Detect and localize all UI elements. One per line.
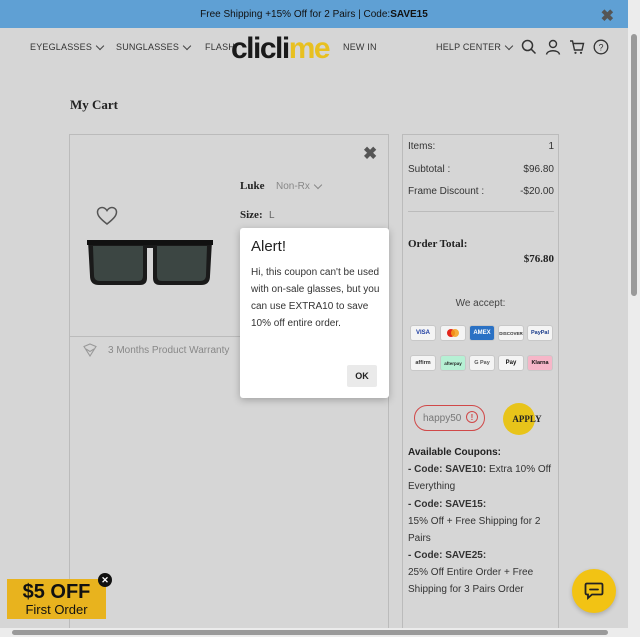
chevron-down-icon [182, 41, 192, 50]
affirm-icon: affirm [410, 355, 436, 371]
promo-bar: Free Shipping +15% Off for 2 Pairs | Cod… [0, 0, 628, 28]
coupon-code: - Code: SAVE10: [408, 464, 487, 475]
divider [408, 211, 554, 212]
coupon-item: - Code: SAVE15: 15% Off + Free Shipping f… [408, 496, 558, 547]
mastercard-logo [447, 329, 459, 337]
warranty-text: 3 Months Product Warranty [108, 344, 230, 356]
coupon-item: - Code: SAVE10: Extra 10% Off Everything [408, 461, 558, 495]
nav-help-center-label: HELP CENTER [436, 42, 502, 52]
items-row: Items: 1 [408, 141, 554, 152]
chevron-down-icon [504, 41, 514, 50]
warranty-info: 3 Months Product Warranty [82, 343, 229, 357]
size-value: L [269, 210, 275, 221]
logo-text-accent: me [288, 32, 331, 65]
chat-button[interactable] [572, 569, 616, 613]
available-coupons-title: Available Coupons: [408, 447, 501, 458]
rx-selector[interactable]: Non-Rx [276, 180, 323, 192]
nav-new-in[interactable]: NEW IN [343, 42, 377, 52]
promo-close-icon[interactable]: ✖ [601, 6, 614, 26]
remove-item-icon[interactable]: ✖ [363, 144, 377, 164]
alert-ok-button[interactable]: OK [347, 365, 377, 387]
top-nav: EYEGLASSES SUNGLASSES FLASH NEW IN clicl… [0, 28, 628, 68]
items-label: Items: [408, 141, 436, 152]
search-icon[interactable] [521, 39, 537, 55]
discount-label: Frame Discount : [408, 186, 485, 197]
alert-dialog: Alert! Hi, this coupon can't be used wit… [240, 228, 389, 398]
amex-icon: AMEX [469, 325, 495, 341]
coupon-code: - Code: SAVE25: [408, 550, 487, 561]
svg-text:?: ? [598, 42, 603, 52]
afterpay-icon: afterpay [440, 355, 466, 371]
size-label: Size: [240, 209, 263, 221]
coupon-desc: 25% Off Entire Order + Free Shipping for… [408, 567, 534, 595]
order-total-label: Order Total: [408, 238, 468, 250]
first-order-label: First Order [25, 602, 88, 617]
product-name[interactable]: Luke [240, 180, 264, 192]
subtotal-value: $96.80 [523, 164, 554, 175]
site-logo[interactable]: cliclime [231, 32, 331, 66]
sunglasses-product-image[interactable] [87, 236, 213, 288]
rx-value: Non-Rx [276, 181, 310, 192]
alert-message: Hi, this coupon can't be used with on-sa… [251, 267, 380, 329]
vertical-scrollbar-thumb[interactable] [631, 34, 637, 296]
coupon-input-value: happy50 [423, 412, 462, 424]
items-value: 1 [548, 141, 554, 152]
nav-eyeglasses-label: EYEGLASSES [30, 42, 93, 52]
alert-title: Alert! [251, 238, 287, 255]
cart-icon[interactable] [569, 39, 585, 55]
apple-pay-icon: Pay [498, 355, 524, 371]
discount-row: Frame Discount : -$20.00 [408, 186, 554, 197]
coupon-item: - Code: SAVE25: 25% Off Entire Order + Fr… [408, 547, 558, 598]
nav-help-center[interactable]: HELP CENTER [436, 41, 514, 52]
horizontal-scrollbar-thumb[interactable] [12, 630, 608, 635]
apply-coupon-button[interactable]: APPLY [503, 403, 542, 435]
help-icon[interactable]: ? [593, 39, 609, 55]
promo-code: SAVE15 [390, 8, 428, 20]
close-icon[interactable]: ✕ [98, 573, 112, 587]
subtotal-label: Subtotal : [408, 164, 451, 175]
mastercard-icon [440, 325, 466, 341]
paypal-icon: PayPal [527, 325, 553, 341]
apply-coupon-label: APPLY [512, 414, 542, 424]
logo-text: clicli [231, 32, 290, 65]
coupon-desc: 15% Off + Free Shipping for 2 Pairs [408, 516, 541, 544]
chevron-down-icon [313, 180, 323, 190]
google-pay-icon: G Pay [469, 355, 495, 371]
first-order-promo[interactable]: $5 OFF First Order [7, 579, 106, 619]
page-title: My Cart [70, 97, 119, 112]
nav-new-in-label: NEW IN [343, 42, 377, 52]
warranty-icon [83, 343, 97, 357]
first-order-amount: $5 OFF [22, 581, 91, 603]
klarna-icon: Klarna [527, 355, 553, 371]
accepted-payments-label: We accept: [455, 298, 506, 309]
subtotal-row: Subtotal : $96.80 [408, 164, 554, 175]
coupon-code: - Code: SAVE15: [408, 499, 487, 510]
visa-icon: VISA [410, 325, 436, 341]
error-icon: ! [466, 411, 478, 423]
order-total-value: $76.80 [523, 253, 554, 265]
nav-sunglasses[interactable]: SUNGLASSES [116, 41, 192, 52]
nav-sunglasses-label: SUNGLASSES [116, 42, 180, 52]
nav-eyeglasses[interactable]: EYEGLASSES [30, 41, 105, 52]
user-icon[interactable] [545, 39, 561, 55]
heart-icon[interactable] [96, 206, 118, 226]
discount-value: -$20.00 [520, 186, 554, 197]
chat-icon [584, 582, 604, 600]
promo-text: Free Shipping +15% Off for 2 Pairs | Cod… [200, 8, 391, 20]
chevron-down-icon [95, 41, 105, 50]
discover-icon: DISCOVER [498, 325, 524, 341]
